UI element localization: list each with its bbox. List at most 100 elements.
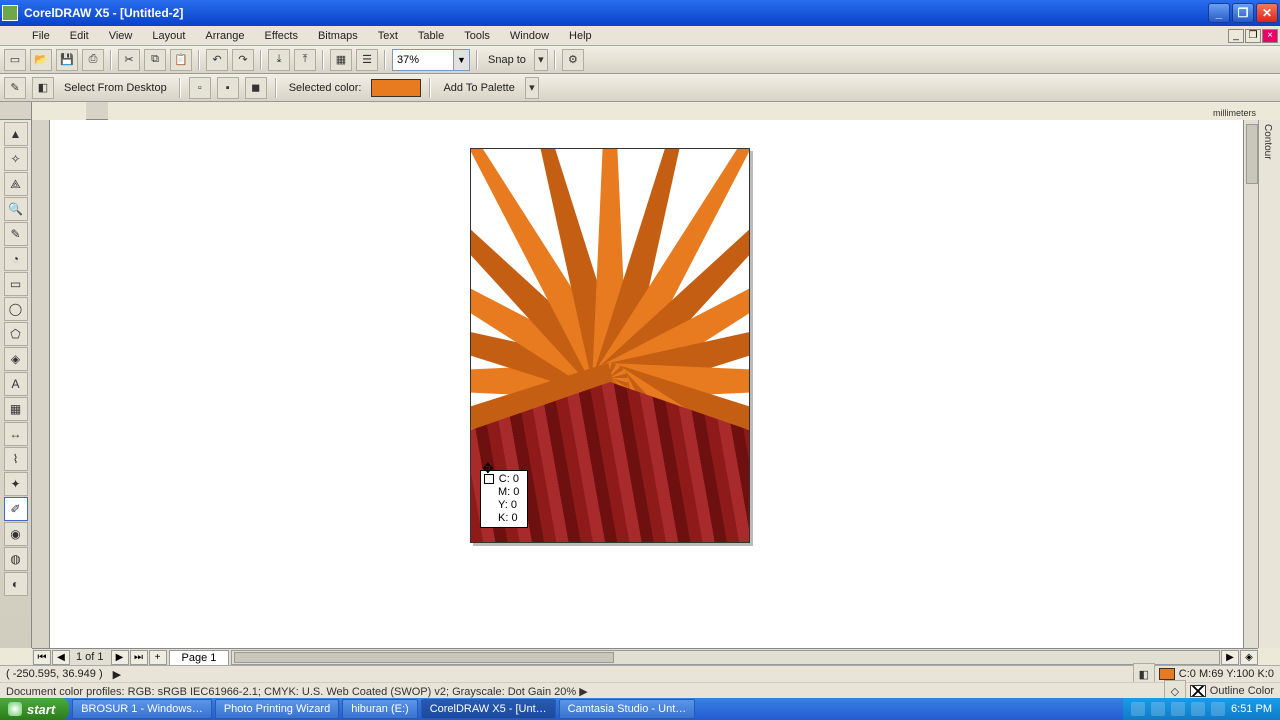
crop-tool[interactable]: ⟁ (4, 172, 28, 196)
menubar: File Edit View Layout Arrange Effects Bi… (0, 26, 1280, 46)
basicshapes-tool[interactable]: ◈ (4, 347, 28, 371)
welcome-button[interactable]: ☰ (356, 49, 378, 71)
taskbar-button[interactable]: Camtasia Studio - Unt… (559, 699, 696, 719)
menu-text[interactable]: Text (370, 28, 406, 44)
close-button[interactable]: ✕ (1256, 3, 1278, 23)
sample-3x3-button[interactable]: ▪ (217, 77, 239, 99)
import-button[interactable]: ⤓ (268, 49, 290, 71)
redo-button[interactable]: ↷ (232, 49, 254, 71)
app-icon (2, 5, 18, 21)
tray-icon[interactable] (1171, 702, 1185, 716)
snap-to-dropdown[interactable]: ▾ (534, 49, 548, 71)
eyedropper-cursor-icon: ✥ (482, 460, 494, 477)
horizontal-scrollbar[interactable] (231, 650, 1220, 665)
taskbar-button[interactable]: CorelDRAW X5 - [Unt… (421, 699, 556, 719)
undo-button[interactable]: ↶ (206, 49, 228, 71)
minimize-button[interactable]: _ (1208, 3, 1230, 23)
tray-icon[interactable] (1151, 702, 1165, 716)
mdi-restore[interactable]: ❐ (1245, 29, 1261, 43)
export-button[interactable]: ⤒ (294, 49, 316, 71)
toolbox: ▲ ✧ ⟁ 🔍 ✎ ◔ ▭ ◯ ⬠ ◈ A ▦ ↔ ⌇ ✦ ✐ ◉ ◍ ◐ (0, 120, 32, 648)
menu-edit[interactable]: Edit (62, 28, 97, 44)
tray-icon[interactable] (1131, 702, 1145, 716)
docker-panel[interactable]: Contour (1258, 120, 1280, 648)
zoom-input[interactable] (393, 50, 453, 70)
copy-button[interactable]: ⧉ (144, 49, 166, 71)
taskbar-button[interactable]: BROSUR 1 - Windows… (72, 699, 212, 719)
system-tray[interactable]: 6:51 PM (1123, 698, 1280, 720)
select-from-desktop-button[interactable]: Select From Desktop (60, 82, 171, 94)
canvas[interactable]: C: 0 M: 0 Y: 0 K: 0 ✥ (50, 120, 1243, 648)
page-last-button[interactable]: ⏭ (130, 650, 148, 665)
tray-icon[interactable] (1191, 702, 1205, 716)
page-prev-button[interactable]: ◀ (52, 650, 70, 665)
cut-button[interactable]: ✂ (118, 49, 140, 71)
status-next-icon[interactable]: ▶ (113, 668, 121, 681)
open-button[interactable]: 📂 (30, 49, 52, 71)
menu-arrange[interactable]: Arrange (197, 28, 252, 44)
tray-icon[interactable] (1211, 702, 1225, 716)
save-button[interactable]: 💾 (56, 49, 78, 71)
dimension-tool[interactable]: ↔ (4, 422, 28, 446)
outline-color-swatch[interactable] (1190, 685, 1206, 697)
menu-help[interactable]: Help (561, 28, 600, 44)
fill-tool[interactable]: ◍ (4, 547, 28, 571)
menu-table[interactable]: Table (410, 28, 452, 44)
options-button[interactable]: ⚙ (562, 49, 584, 71)
taskbar-button[interactable]: hiburan (E:) (342, 699, 417, 719)
page-add-button[interactable]: + (149, 650, 167, 665)
rectangle-tool[interactable]: ▭ (4, 272, 28, 296)
snap-to-label[interactable]: Snap to (484, 54, 530, 66)
sample-5x5-button[interactable]: ◼ (245, 77, 267, 99)
menu-view[interactable]: View (101, 28, 141, 44)
tooltip-m: M: 0 (498, 486, 519, 498)
mdi-close[interactable]: × (1262, 29, 1278, 43)
eyedropper-tool[interactable]: ✐ (4, 497, 28, 521)
menu-tools[interactable]: Tools (456, 28, 498, 44)
scrollbar-thumb[interactable] (1246, 124, 1258, 184)
docker-tab-contour[interactable]: Contour (1259, 120, 1276, 164)
outline-tool[interactable]: ◉ (4, 522, 28, 546)
fill-color-swatch[interactable] (1159, 668, 1175, 680)
new-button[interactable]: ▭ (4, 49, 26, 71)
smartfill-tool[interactable]: ◔ (4, 247, 28, 271)
zoom-tool[interactable]: 🔍 (4, 197, 28, 221)
add-to-palette-button[interactable]: Add To Palette (439, 82, 518, 94)
hscroll-thumb[interactable] (234, 652, 614, 663)
maximize-button[interactable]: ❐ (1232, 3, 1254, 23)
standard-toolbar: ▭ 📂 💾 ⎙ ✂ ⧉ 📋 ↶ ↷ ⤓ ⤒ ▦ ☰ ▼ Snap to ▾ ⚙ (0, 46, 1280, 74)
shape-tool[interactable]: ✧ (4, 147, 28, 171)
zoom-dropdown-icon[interactable]: ▼ (453, 50, 469, 70)
ellipse-tool[interactable]: ◯ (4, 297, 28, 321)
menu-file[interactable]: File (24, 28, 58, 44)
ruler-vertical[interactable] (32, 120, 50, 648)
menu-layout[interactable]: Layout (144, 28, 193, 44)
pick-tool[interactable]: ▲ (4, 122, 28, 146)
effects-tool[interactable]: ✦ (4, 472, 28, 496)
eyedropper-area-button[interactable]: ◧ (32, 77, 54, 99)
freehand-tool[interactable]: ✎ (4, 222, 28, 246)
connector-tool[interactable]: ⌇ (4, 447, 28, 471)
sample-1x1-button[interactable]: ▫ (189, 77, 211, 99)
add-to-palette-dropdown[interactable]: ▾ (525, 77, 539, 99)
eyedropper-point-button[interactable]: ✎ (4, 77, 26, 99)
print-button[interactable]: ⎙ (82, 49, 104, 71)
ruler-origin[interactable] (0, 102, 32, 120)
page-tab-1[interactable]: Page 1 (169, 650, 230, 665)
mdi-minimize[interactable]: _ (1228, 29, 1244, 43)
menu-window[interactable]: Window (502, 28, 557, 44)
taskbar-button[interactable]: Photo Printing Wizard (215, 699, 339, 719)
interactivefill-tool[interactable]: ◐ (4, 572, 28, 596)
polygon-tool[interactable]: ⬠ (4, 322, 28, 346)
menu-effects[interactable]: Effects (257, 28, 306, 44)
start-button[interactable]: start (0, 698, 69, 720)
page-first-button[interactable]: ⏮ (33, 650, 51, 665)
page-next-button[interactable]: ▶ (111, 650, 129, 665)
menu-bitmaps[interactable]: Bitmaps (310, 28, 366, 44)
text-tool[interactable]: A (4, 372, 28, 396)
clock[interactable]: 6:51 PM (1231, 703, 1272, 715)
paste-button[interactable]: 📋 (170, 49, 192, 71)
app-launcher-button[interactable]: ▦ (330, 49, 352, 71)
table-tool[interactable]: ▦ (4, 397, 28, 421)
zoom-combo[interactable]: ▼ (392, 49, 470, 71)
